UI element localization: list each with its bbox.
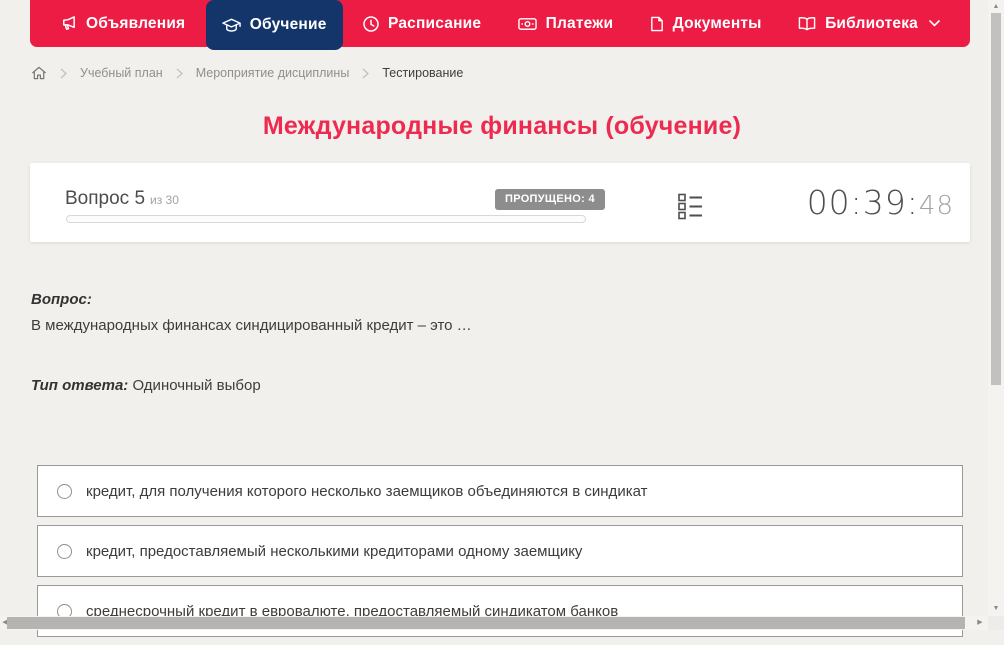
nav-item-library[interactable]: Библиотека bbox=[782, 0, 956, 47]
nav-item-label: Обучение bbox=[249, 16, 327, 33]
skipped-badge: ПРОПУЩЕНО: 4 bbox=[495, 189, 605, 210]
home-icon[interactable] bbox=[31, 65, 47, 81]
scrollbar-corner bbox=[988, 616, 1004, 630]
megaphone-icon bbox=[60, 15, 77, 32]
answer-type-label: Тип ответа: bbox=[31, 377, 129, 394]
progress-bar bbox=[66, 215, 586, 223]
question-text: В международных финансах синдицированный… bbox=[31, 317, 472, 334]
chevron-right-icon bbox=[362, 67, 370, 79]
answer-type: Тип ответа: Одиночный выбор bbox=[31, 377, 961, 394]
radio-button[interactable] bbox=[57, 543, 72, 559]
timer: 00:39: 48 bbox=[807, 183, 954, 222]
open-book-icon bbox=[798, 16, 816, 31]
question-list-icon[interactable] bbox=[677, 192, 703, 220]
radio-button[interactable] bbox=[57, 483, 72, 499]
nav-item-learning[interactable]: Обучение bbox=[205, 0, 343, 50]
option-label: кредит, для получения которого несколько… bbox=[86, 482, 648, 500]
answer-option-1[interactable]: кредит, для получения которого несколько… bbox=[37, 465, 963, 517]
nav-item-label: Объявления bbox=[86, 14, 186, 32]
nav-item-announcements[interactable]: Объявления bbox=[44, 0, 201, 47]
question-body: Вопрос: В международных финансах синдици… bbox=[31, 291, 961, 394]
nav-item-label: Расписание bbox=[387, 14, 482, 32]
vertical-scrollbar[interactable]: ▲ ▼ bbox=[988, 0, 1004, 616]
page-title: Международные финансы (обучение) bbox=[262, 112, 742, 140]
breadcrumb-testing: Тестирование bbox=[382, 66, 464, 80]
breadcrumb-discipline-event[interactable]: Мероприятие дисциплины bbox=[196, 66, 350, 80]
timer-seconds: 48 bbox=[918, 191, 954, 221]
chevron-right-icon bbox=[176, 67, 183, 79]
question-of-total: из 30 bbox=[150, 193, 179, 207]
question-number: Вопрос 5 из 30 bbox=[65, 188, 179, 209]
breadcrumb: Учебный план Мероприятие дисциплины Тест… bbox=[31, 62, 463, 84]
banknote-icon bbox=[517, 17, 537, 31]
nav-item-documents[interactable]: Документы bbox=[634, 0, 778, 47]
nav-item-label: Платежи bbox=[545, 14, 614, 32]
chevron-down-icon bbox=[929, 20, 940, 27]
question-header-card: Вопрос 5 из 30 ПРОПУЩЕНО: 4 00:39: 48 bbox=[30, 163, 970, 242]
scroll-up-arrow[interactable]: ▲ bbox=[988, 2, 1004, 12]
breadcrumb-curriculum[interactable]: Учебный план bbox=[80, 66, 163, 80]
horizontal-scrollbar[interactable]: ◀ ▶ bbox=[0, 616, 988, 630]
nav-item-label: Документы bbox=[672, 14, 762, 32]
nav-item-schedule[interactable]: Расписание bbox=[347, 0, 497, 47]
scroll-right-arrow[interactable]: ▶ bbox=[974, 618, 986, 628]
scroll-down-arrow[interactable]: ▼ bbox=[988, 604, 1004, 614]
horizontal-scrollbar-thumb[interactable] bbox=[7, 617, 965, 629]
answer-option-2[interactable]: кредит, предоставляемый несколькими кред… bbox=[37, 525, 963, 577]
option-label: кредит, предоставляемый несколькими кред… bbox=[86, 542, 583, 560]
question-label: Вопрос: bbox=[31, 291, 92, 308]
timer-minutes: 00:39: bbox=[806, 183, 919, 222]
clock-icon bbox=[363, 15, 379, 32]
top-nav: Объявления Обучение Расписание Платежи Д… bbox=[30, 0, 970, 50]
nav-item-label: Библиотека bbox=[825, 14, 918, 32]
chevron-right-icon bbox=[60, 67, 67, 79]
vertical-scrollbar-thumb[interactable] bbox=[991, 13, 1001, 385]
graduation-cap-icon bbox=[221, 17, 241, 33]
document-icon bbox=[650, 16, 664, 32]
answer-type-value: Одиночный выбор bbox=[132, 377, 261, 394]
nav-item-payments[interactable]: Платежи bbox=[502, 0, 630, 47]
